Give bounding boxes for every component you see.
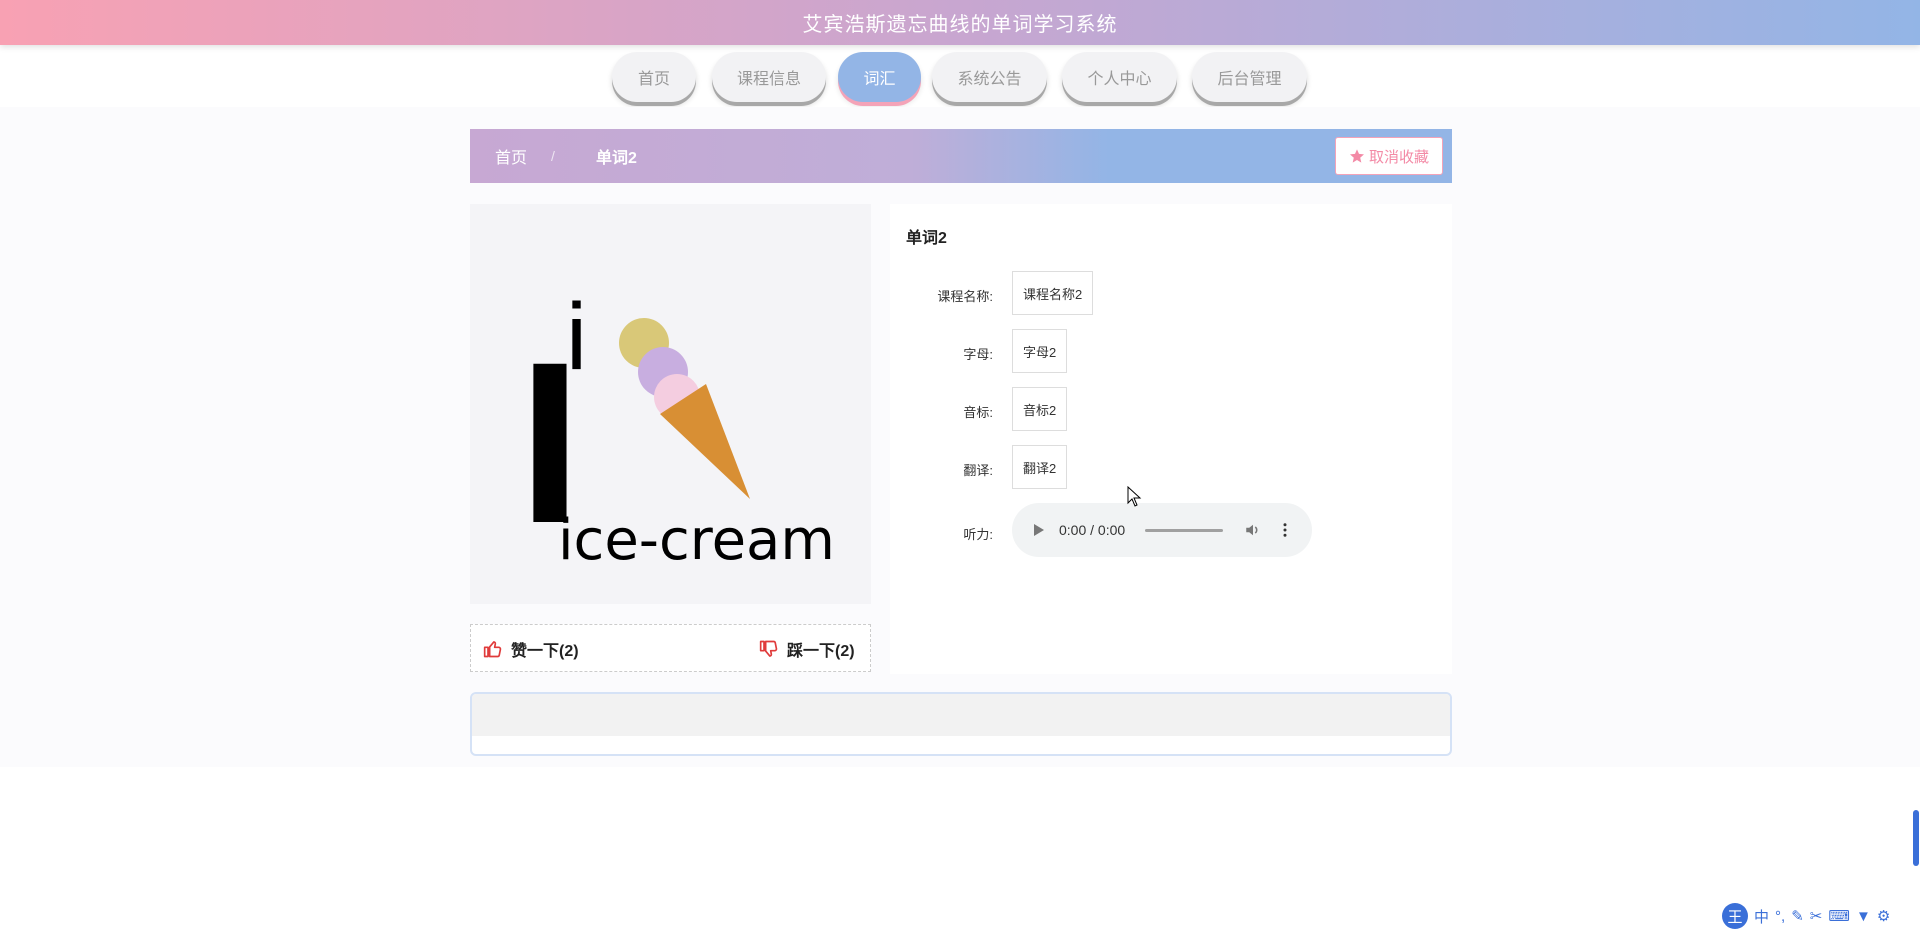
skin-icon[interactable]: ▼ xyxy=(1856,908,1871,925)
nav-admin[interactable]: 后台管理 xyxy=(1192,52,1307,102)
breadcrumb-home[interactable]: 首页 xyxy=(495,144,527,168)
comment-panel-header xyxy=(472,694,1450,736)
nav-personal-center[interactable]: 个人中心 xyxy=(1062,52,1177,102)
image-small-letter: i xyxy=(566,284,587,390)
dislike-button[interactable]: 踩一下(2) xyxy=(759,637,855,661)
more-options-icon[interactable] xyxy=(1276,521,1294,539)
translation-label: 翻译: xyxy=(963,463,993,478)
audio-progress-track[interactable] xyxy=(1145,529,1223,532)
image-word-text: ice-cream xyxy=(558,508,835,573)
letter-label: 字母: xyxy=(963,347,993,362)
punctuation-icon[interactable]: °, xyxy=(1775,908,1785,925)
ime-toolbar: 王 中 °, ✎ ✂ ⌨ ▼ ⚙ xyxy=(1722,903,1890,929)
breadcrumb: 首页 / 单词2 取消收藏 xyxy=(470,129,1452,183)
site-title: 艾宾浩斯遗忘曲线的单词学习系统 xyxy=(802,14,1118,36)
main-nav: 首页 课程信息 词汇 系统公告 个人中心 后台管理 xyxy=(0,52,1920,104)
nav-course-info[interactable]: 课程信息 xyxy=(712,52,826,102)
translation-value: 翻译2 xyxy=(1012,445,1068,489)
pen-icon[interactable]: ✎ xyxy=(1791,907,1804,925)
word-image: I i ice-cream xyxy=(470,204,871,604)
nav-announcements[interactable]: 系统公告 xyxy=(932,52,1047,102)
ime-mode[interactable]: 中 xyxy=(1754,906,1769,927)
course-name-value: 课程名称2 xyxy=(1012,271,1094,315)
listening-label: 听力: xyxy=(963,527,993,542)
keyboard-icon[interactable]: ⌨ xyxy=(1828,907,1850,925)
scroll-handle[interactable] xyxy=(1913,810,1919,866)
ime-logo[interactable]: 王 xyxy=(1722,903,1748,929)
nav-home[interactable]: 首页 xyxy=(612,52,696,102)
vote-bar: 赞一下(2) 踩一下(2) xyxy=(470,624,871,672)
audio-player: 0:00 / 0:00 xyxy=(1012,503,1312,557)
breadcrumb-separator: / xyxy=(551,148,555,164)
ice-cream-illustration: I i ice-cream xyxy=(518,284,835,573)
dislike-label: 踩一下(2) xyxy=(787,643,855,660)
audio-time: 0:00 / 0:00 xyxy=(1059,522,1126,538)
breadcrumb-current: 单词2 xyxy=(596,150,637,167)
play-icon[interactable] xyxy=(1032,522,1046,538)
settings-icon[interactable]: ⚙ xyxy=(1877,907,1890,925)
letter-value: 字母2 xyxy=(1012,329,1068,373)
phonetic-label: 音标: xyxy=(963,405,993,420)
comment-panel xyxy=(470,692,1452,756)
like-label: 赞一下(2) xyxy=(511,643,579,660)
scissors-icon[interactable]: ✂ xyxy=(1810,907,1823,925)
nav-vocabulary[interactable]: 词汇 xyxy=(838,52,921,102)
star-icon xyxy=(1349,149,1364,163)
phonetic-value: 音标2 xyxy=(1012,387,1068,431)
thumbs-down-icon xyxy=(759,640,778,657)
thumbs-up-icon xyxy=(483,641,502,658)
like-button[interactable]: 赞一下(2) xyxy=(483,637,579,661)
word-title: 单词2 xyxy=(906,230,947,247)
course-name-label: 课程名称: xyxy=(937,289,993,304)
unfavorite-button[interactable]: 取消收藏 xyxy=(1335,137,1443,175)
word-detail-panel xyxy=(890,204,1452,674)
top-header: 艾宾浩斯遗忘曲线的单词学习系统 xyxy=(0,0,1920,45)
mouse-cursor-icon xyxy=(1127,486,1142,507)
unfavorite-label: 取消收藏 xyxy=(1368,148,1429,166)
volume-icon[interactable] xyxy=(1244,521,1262,539)
